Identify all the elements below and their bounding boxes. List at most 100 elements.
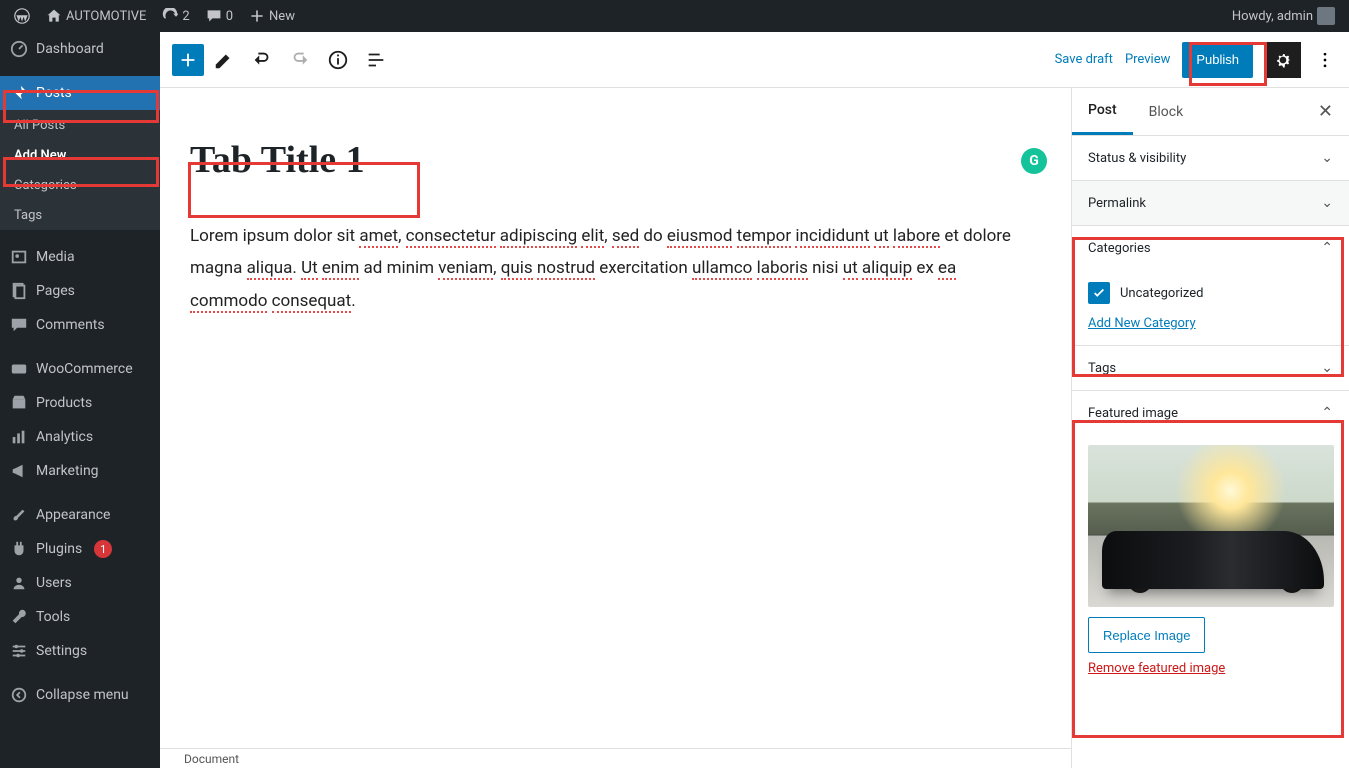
tab-block[interactable]: Block: [1133, 88, 1200, 135]
settings-toggle-button[interactable]: [1265, 42, 1301, 78]
chevron-down-icon: ⌄: [1321, 360, 1333, 376]
redo-icon: [289, 49, 311, 71]
sidebar-item-appearance[interactable]: Appearance: [0, 498, 160, 532]
sidebar-item-dashboard[interactable]: Dashboard: [0, 32, 160, 66]
sidebar-item-label: Products: [36, 395, 92, 411]
sidebar-sub-add-new[interactable]: Add New: [0, 140, 160, 170]
sidebar-item-tools[interactable]: Tools: [0, 600, 160, 634]
replace-image-button[interactable]: Replace Image: [1088, 617, 1205, 653]
chevron-up-icon: ⌃: [1321, 405, 1333, 421]
media-icon: [10, 248, 28, 266]
sidebar-item-woocommerce[interactable]: WooCommerce: [0, 352, 160, 386]
sidebar-item-media[interactable]: Media: [0, 240, 160, 274]
gear-icon: [1273, 50, 1293, 70]
edit-mode-button[interactable]: [206, 42, 242, 78]
plus-icon: [249, 8, 265, 24]
howdy-link[interactable]: Howdy, admin: [1226, 0, 1341, 32]
tab-post[interactable]: Post: [1072, 88, 1133, 135]
save-draft-link[interactable]: Save draft: [1055, 52, 1113, 67]
comments-link[interactable]: 0: [200, 0, 239, 32]
sidebar-sub-categories[interactable]: Categories: [0, 170, 160, 200]
panel-status-visibility[interactable]: Status & visibility ⌄: [1072, 136, 1349, 181]
redo-button[interactable]: [282, 42, 318, 78]
collapse-icon: [10, 686, 28, 704]
chevron-down-icon: ⌄: [1321, 195, 1333, 211]
sidebar-item-label: Settings: [36, 643, 87, 659]
post-paragraph[interactable]: Lorem ipsum dolor sit amet, consectetur …: [190, 220, 1020, 317]
updates-count: 2: [182, 9, 189, 24]
preview-link[interactable]: Preview: [1125, 52, 1170, 67]
panel-label: Tags: [1088, 361, 1116, 376]
grammarly-glyph: G: [1029, 153, 1039, 169]
admin-bar: AUTOMOTIVE 2 0 New Howdy, admin: [0, 0, 1349, 32]
undo-button[interactable]: [244, 42, 280, 78]
post-title-input[interactable]: Tab Title 1: [190, 128, 1041, 192]
settings-tabs: Post Block ✕: [1072, 88, 1349, 136]
chevron-down-icon: ⌄: [1321, 150, 1333, 166]
featured-image-preview[interactable]: [1088, 445, 1334, 607]
editor-canvas[interactable]: G Tab Title 1 Lorem ipsum dolor sit amet…: [160, 88, 1071, 748]
editor-toolbar: Save draft Preview Publish: [160, 32, 1349, 88]
refresh-icon: [162, 8, 178, 24]
panel-tags[interactable]: Tags ⌄: [1072, 346, 1349, 391]
site-name: AUTOMOTIVE: [66, 9, 146, 24]
comments-icon: [10, 316, 28, 334]
sidebar-item-label: Comments: [36, 317, 105, 333]
sidebar-item-label: Categories: [14, 178, 77, 193]
woocommerce-icon: [10, 360, 28, 378]
megaphone-icon: [10, 462, 28, 480]
editor-main: Save draft Preview Publish G Tab Title 1…: [160, 32, 1349, 768]
sidebar-item-label: Collapse menu: [36, 687, 129, 703]
add-new-category-link[interactable]: Add New Category: [1088, 316, 1196, 331]
checkbox-checked-icon: [1088, 282, 1110, 304]
close-settings-button[interactable]: ✕: [1302, 101, 1349, 122]
home-icon: [46, 8, 62, 24]
analytics-icon: [10, 428, 28, 446]
sidebar-item-plugins[interactable]: Plugins 1: [0, 532, 160, 566]
avatar: [1317, 7, 1335, 25]
sidebar-item-label: Media: [36, 249, 75, 265]
block-inserter-button[interactable]: [172, 44, 204, 76]
more-menu-button[interactable]: [1313, 42, 1337, 78]
panel-featured-image-header[interactable]: Featured image ⌃: [1072, 391, 1349, 435]
outline-button[interactable]: [358, 42, 394, 78]
pushpin-icon: [10, 84, 28, 102]
panel-label: Featured image: [1088, 406, 1178, 421]
sidebar-item-marketing[interactable]: Marketing: [0, 454, 160, 488]
panel-categories-header[interactable]: Categories ⌃: [1072, 226, 1349, 270]
updates-link[interactable]: 2: [156, 0, 195, 32]
sidebar-sub-all-posts[interactable]: All Posts: [0, 110, 160, 140]
sidebar-item-label: Pages: [36, 283, 75, 299]
panel-label: Status & visibility: [1088, 151, 1186, 166]
sidebar-item-posts[interactable]: Posts: [0, 76, 160, 110]
category-uncategorized[interactable]: Uncategorized: [1088, 282, 1333, 304]
sidebar-item-analytics[interactable]: Analytics: [0, 420, 160, 454]
new-link[interactable]: New: [243, 0, 301, 32]
sidebar-item-users[interactable]: Users: [0, 566, 160, 600]
sidebar-item-products[interactable]: Products: [0, 386, 160, 420]
sidebar-sub-tags[interactable]: Tags: [0, 200, 160, 230]
sidebar-item-label: Tags: [14, 208, 42, 223]
block-breadcrumb[interactable]: Document: [160, 748, 1071, 768]
sidebar-item-label: Analytics: [36, 429, 93, 445]
undo-icon: [251, 49, 273, 71]
remove-featured-image-link[interactable]: Remove featured image: [1088, 661, 1225, 676]
sidebar-item-label: Add New: [14, 148, 66, 163]
site-link[interactable]: AUTOMOTIVE: [40, 0, 152, 32]
sidebar-collapse[interactable]: Collapse menu: [0, 678, 160, 712]
plugin-icon: [10, 540, 28, 558]
sidebar-item-label: WooCommerce: [36, 361, 133, 377]
info-button[interactable]: [320, 42, 356, 78]
sliders-icon: [10, 642, 28, 660]
grammarly-badge[interactable]: G: [1021, 148, 1047, 174]
new-label: New: [269, 9, 295, 24]
kebab-icon: [1315, 50, 1335, 70]
panel-permalink[interactable]: Permalink ⌄: [1072, 181, 1349, 226]
sidebar-item-pages[interactable]: Pages: [0, 274, 160, 308]
sidebar-item-comments[interactable]: Comments: [0, 308, 160, 342]
publish-button[interactable]: Publish: [1182, 42, 1253, 78]
wp-logo[interactable]: [8, 0, 36, 32]
plugin-update-badge: 1: [94, 540, 112, 558]
sidebar-item-settings[interactable]: Settings: [0, 634, 160, 668]
sidebar-item-label: Posts: [36, 85, 72, 101]
